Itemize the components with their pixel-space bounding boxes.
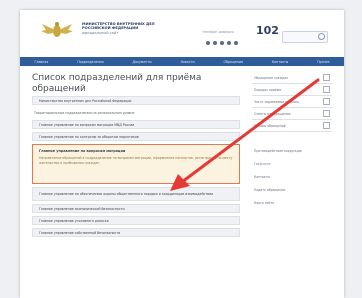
red-arrow-annotation bbox=[170, 78, 320, 191]
page: МИНИСТЕРСТВО ВНУТРЕННИХ ДЕЛ РОССИЙСКОЙ Ф… bbox=[20, 10, 344, 298]
